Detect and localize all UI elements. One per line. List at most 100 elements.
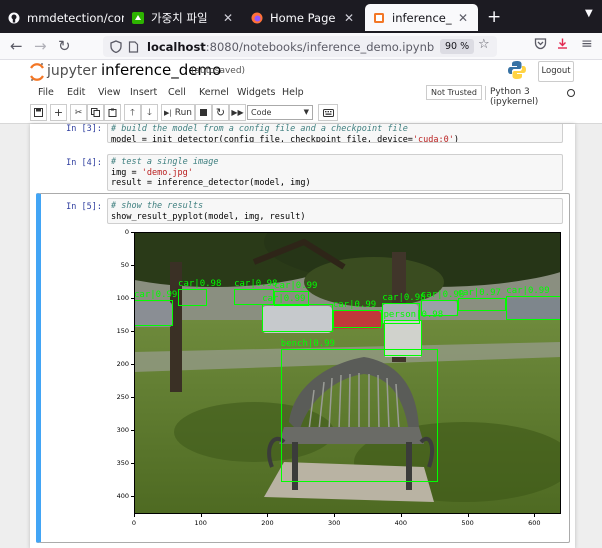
code-text: )	[453, 134, 460, 143]
arrow-up-icon: 🡑	[130, 107, 135, 118]
x-tick-mark	[134, 514, 135, 517]
forward-arrow-icon[interactable]: →	[34, 37, 47, 55]
x-tick-mark	[334, 514, 336, 517]
command-palette-button[interactable]	[318, 104, 338, 121]
menu-hamburger-icon[interactable]: ≡	[581, 36, 593, 52]
arrow-down-icon: 🡓	[147, 107, 152, 118]
cell-prompt: In [3]:	[66, 124, 102, 134]
pocket-icon[interactable]	[534, 37, 547, 54]
shield-icon[interactable]	[110, 40, 122, 53]
cell-prompt: In [4]:	[66, 158, 102, 168]
new-tab-icon[interactable]: +	[487, 9, 501, 26]
menu-edit[interactable]: Edit	[67, 87, 85, 98]
fast-forward-icon: ▶▶	[231, 108, 244, 117]
code-string: 'demo.jpg'	[141, 167, 193, 178]
tab-label: mmdetection/confi	[27, 10, 124, 25]
kernel-name[interactable]: Python 3 (ipykernel)	[490, 87, 575, 107]
code-line: result = inference_detector(model, img)	[111, 178, 311, 188]
y-tick-mark	[131, 364, 134, 366]
run-button-label: Run	[174, 107, 192, 118]
cell-prompt: In [5]:	[66, 202, 102, 212]
x-tick-mark	[267, 514, 269, 517]
y-tick-mark	[131, 496, 134, 498]
code-cell-editor[interactable]: # show the results show_result_pyplot(mo…	[107, 198, 563, 224]
menu-insert[interactable]: Insert	[130, 87, 157, 98]
copy-button[interactable]	[87, 104, 104, 121]
menu-kernel[interactable]: Kernel	[199, 87, 229, 98]
zoom-level[interactable]: 90 %	[440, 39, 475, 54]
code-comment: # test a single image	[111, 157, 219, 167]
menu-help[interactable]: Help	[282, 87, 304, 98]
close-icon[interactable]: ✕	[456, 11, 470, 25]
restart-kernel-button[interactable]: ↻	[212, 104, 229, 121]
code-cell-editor[interactable]: # build the model from a config file and…	[107, 124, 563, 143]
y-tick-label: 50	[120, 261, 129, 270]
y-tick-mark	[131, 463, 134, 465]
insert-cell-button[interactable]: +	[50, 104, 67, 121]
close-icon[interactable]: ✕	[342, 11, 356, 25]
paste-button[interactable]	[104, 104, 121, 121]
step-forward-icon: ▶|	[163, 108, 172, 117]
x-tick-mark	[467, 514, 469, 517]
screen: mmdetection/confi 가중치 파일 ✕ Home Page - S…	[0, 0, 602, 548]
save-button[interactable]	[30, 104, 47, 121]
close-icon[interactable]: ✕	[221, 11, 235, 25]
tab-label: inference_demo - J	[392, 10, 452, 25]
y-tick-label: 0	[124, 228, 129, 236]
browser-tab-bar: mmdetection/confi 가중치 파일 ✕ Home Page - S…	[0, 0, 602, 33]
green-app-icon	[132, 11, 144, 24]
y-tick-label: 250	[116, 393, 129, 402]
y-tick-label: 200	[116, 360, 129, 369]
move-down-button[interactable]: 🡓	[141, 104, 158, 121]
jupyter-header: jupyter inference_demo (autosaved) Logou…	[0, 60, 602, 84]
x-tick-label: 600	[528, 519, 541, 527]
clipboard-icon	[108, 108, 117, 117]
x-tick-label: 500	[461, 519, 474, 527]
code-comment: # build the model from a config file and…	[111, 124, 408, 134]
code-cell-editor[interactable]: # test a single image img = 'demo.jpg' r…	[107, 154, 563, 191]
url-bar[interactable]: localhost:8080/notebooks/inference_demo.…	[103, 36, 497, 57]
keyboard-icon	[322, 108, 334, 117]
url-path: :8080/notebooks/inference_demo.ipynb	[205, 39, 435, 54]
download-icon[interactable]	[556, 37, 569, 54]
notebook-scroll-area[interactable]: In [3]: # build the model from a config …	[0, 123, 602, 548]
y-tick-mark	[131, 265, 134, 267]
menubar-divider	[485, 86, 486, 100]
github-icon	[8, 12, 20, 24]
browser-tab-home[interactable]: Home Page - Select ✕	[243, 4, 364, 31]
browser-tab-weights[interactable]: 가중치 파일 ✕	[124, 4, 243, 31]
cut-button[interactable]: ✂	[70, 104, 87, 121]
url-text: localhost:8080/notebooks/inference_demo.…	[147, 40, 434, 54]
jupyter-logo-icon	[30, 63, 44, 81]
x-tick-mark	[200, 514, 202, 517]
bookmark-star-icon[interactable]: ☆	[478, 37, 490, 52]
x-tick-mark	[534, 514, 536, 517]
y-tick-mark	[131, 298, 134, 300]
cell-type-select[interactable]: Code ▼	[247, 105, 313, 120]
python-logo-icon	[508, 61, 526, 79]
menu-cell[interactable]: Cell	[168, 87, 186, 98]
tab-label: Home Page - Select	[270, 10, 338, 25]
kernel-idle-indicator-icon	[567, 89, 575, 97]
notebook-menubar: File Edit View Insert Cell Kernel Widget…	[30, 84, 575, 107]
menu-file[interactable]: File	[38, 87, 54, 98]
trust-status-button[interactable]: Not Trusted	[426, 85, 482, 100]
back-arrow-icon[interactable]: ←	[10, 37, 23, 55]
menu-view[interactable]: View	[98, 87, 121, 98]
logout-button[interactable]: Logout	[538, 61, 574, 82]
copy-icon	[91, 108, 100, 117]
browser-tab-inference-demo[interactable]: inference_demo - J ✕	[365, 4, 478, 31]
menu-widgets[interactable]: Widgets	[237, 87, 275, 98]
navigation-bar: ← → ↻ localhost:8080/notebooks/inference…	[0, 33, 602, 60]
reload-icon[interactable]: ↻	[58, 37, 71, 55]
browser-tab-mmdetection[interactable]: mmdetection/confi	[0, 4, 124, 31]
restart-run-all-button[interactable]: ▶▶	[229, 104, 246, 121]
list-all-tabs-icon[interactable]: ▼	[585, 8, 593, 19]
run-button[interactable]: ▶| Run	[161, 104, 195, 121]
url-host: localhost	[147, 39, 206, 54]
plot-axes-frame	[134, 232, 561, 514]
move-up-button[interactable]: 🡑	[124, 104, 141, 121]
interrupt-kernel-button[interactable]	[195, 104, 212, 121]
code-text: model = init_detector(config_file, check…	[111, 134, 413, 143]
x-tick-label: 300	[327, 519, 341, 527]
